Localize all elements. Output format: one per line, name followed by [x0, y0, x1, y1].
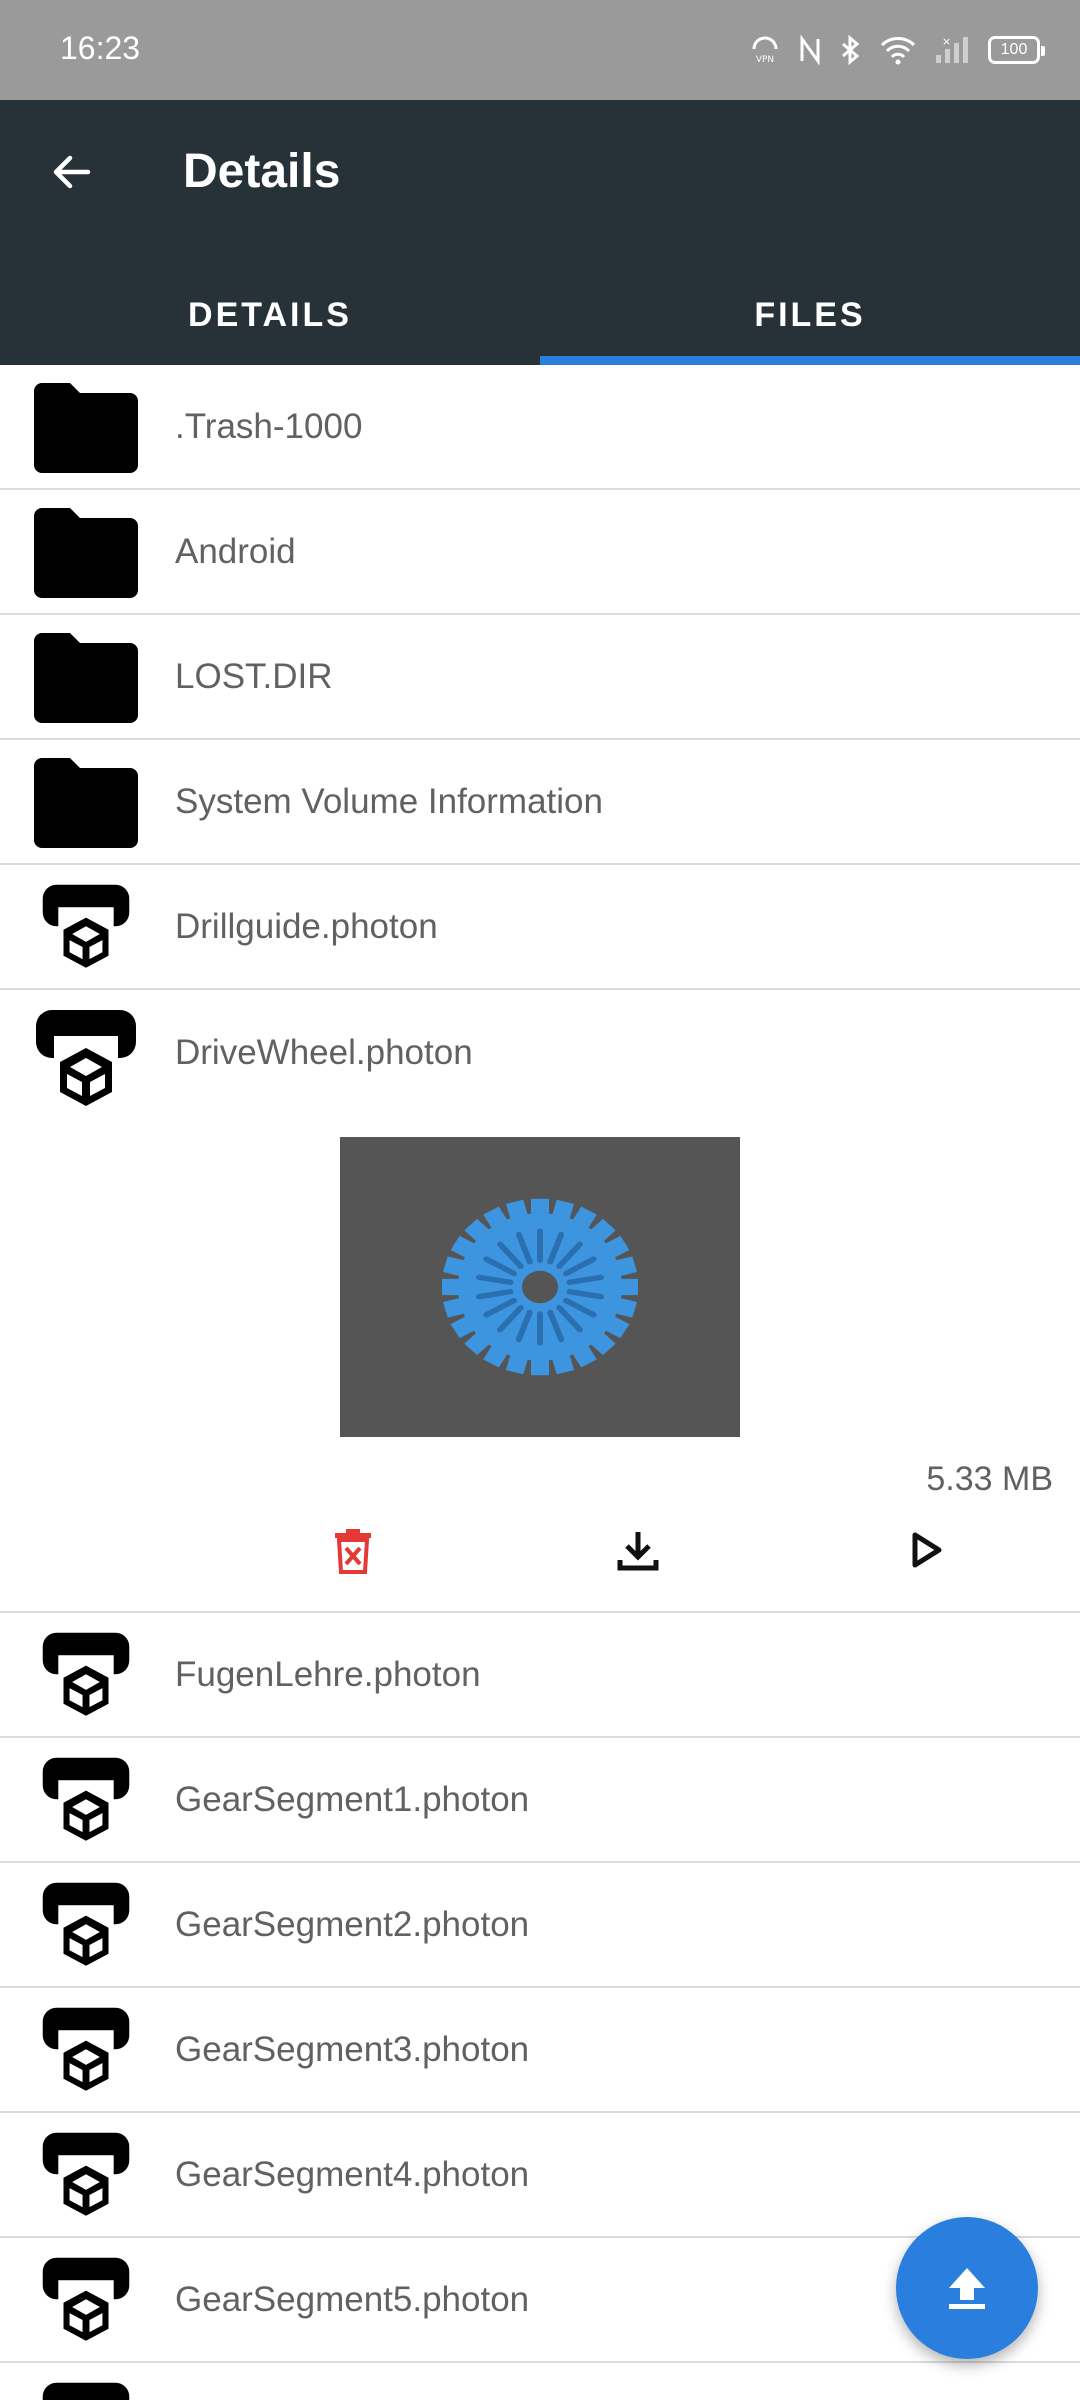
upload-fab-button[interactable] [896, 2217, 1038, 2359]
file-name: Android [175, 531, 296, 571]
file-name: GearSegment2.photon [175, 1904, 530, 1944]
file-name: FugenLehre.photon [175, 1654, 481, 1694]
delete-icon [335, 1529, 371, 1574]
bluetooth-icon [842, 35, 860, 65]
printer-3d-icon [42, 1882, 130, 1970]
signal-icon: × [936, 35, 968, 63]
folder-icon [34, 383, 138, 473]
gear-preview [442, 1198, 638, 1376]
status-time: 16:23 [60, 30, 141, 66]
list-item[interactable]: .Trash-1000 [0, 365, 1080, 490]
printer-3d-icon [42, 2382, 130, 2400]
back-button[interactable] [40, 140, 104, 204]
battery-level: 100 [1000, 41, 1028, 58]
svg-text:×: × [942, 35, 951, 48]
arrow-back-icon [53, 155, 91, 189]
app-bar: Details DETAILS FILES [0, 100, 1080, 365]
folder-icon [34, 633, 138, 723]
download-button[interactable] [598, 1510, 678, 1590]
play-icon [912, 1532, 942, 1568]
svg-text:VPN: VPN [756, 55, 774, 65]
list-item[interactable]: GearSegment2.photon [0, 1863, 1080, 1988]
file-preview-image [340, 1137, 740, 1437]
file-size: 5.33 MB [926, 1460, 1053, 1498]
printer-3d-icon [42, 2257, 130, 2345]
wifi-icon [880, 37, 916, 65]
file-name: GearSegment4.photon [175, 2154, 530, 2194]
file-name: GearSegment3.photon [175, 2029, 530, 2069]
status-bar: 16:23 VPN × 100 [0, 0, 1080, 100]
folder-icon [34, 508, 138, 598]
file-name: GearSegment1.photon [175, 1779, 530, 1819]
list-item[interactable]: LOST.DIR [0, 615, 1080, 740]
file-name: GearSegment5.photon [175, 2279, 530, 2319]
list-item[interactable]: GearSegment1.photon [0, 1738, 1080, 1863]
list-item[interactable]: Drillguide.photon [0, 865, 1080, 990]
status-icons: VPN × 100 [750, 30, 1045, 70]
vpn-icon: VPN [752, 36, 778, 65]
battery-icon: 100 [988, 36, 1045, 64]
file-name: DriveWheel.photon [175, 1032, 473, 1072]
printer-3d-icon [42, 2007, 130, 2095]
delete-button[interactable] [313, 1510, 393, 1590]
upload-icon [949, 2268, 985, 2309]
expanded-file-item[interactable]: DriveWheel.photon 5.33 MB [0, 990, 1080, 1613]
printer-3d-icon [42, 1632, 130, 1720]
printer-3d-icon [42, 884, 130, 972]
file-name: Drillguide.photon [175, 906, 438, 946]
play-button[interactable] [887, 1510, 967, 1590]
file-actions [0, 1510, 1080, 1590]
printer-3d-icon [42, 1757, 130, 1845]
list-item[interactable]: FugenLehre.photon [0, 1613, 1080, 1738]
tab-files[interactable]: FILES [540, 265, 1080, 365]
file-name: .Trash-1000 [175, 406, 363, 446]
nfc-icon [800, 35, 820, 65]
file-name: System Volume Information [175, 781, 603, 821]
list-item[interactable]: System Volume Information [0, 740, 1080, 865]
page-title: Details [183, 145, 341, 198]
list-item[interactable]: Android [0, 490, 1080, 615]
download-icon [617, 1532, 659, 1571]
file-list: .Trash-1000 Android LOST.DIR System Volu… [0, 365, 1080, 2400]
tab-bar: DETAILS FILES [0, 265, 1080, 365]
list-item[interactable]: GearSegment4.photon [0, 2113, 1080, 2238]
tab-details[interactable]: DETAILS [0, 265, 540, 365]
printer-3d-icon [36, 1010, 136, 1110]
folder-icon [34, 758, 138, 848]
printer-3d-icon [42, 2132, 130, 2220]
list-item[interactable]: GearSegment3.photon [0, 1988, 1080, 2113]
list-item[interactable] [0, 2363, 1080, 2400]
file-name: LOST.DIR [175, 656, 333, 696]
